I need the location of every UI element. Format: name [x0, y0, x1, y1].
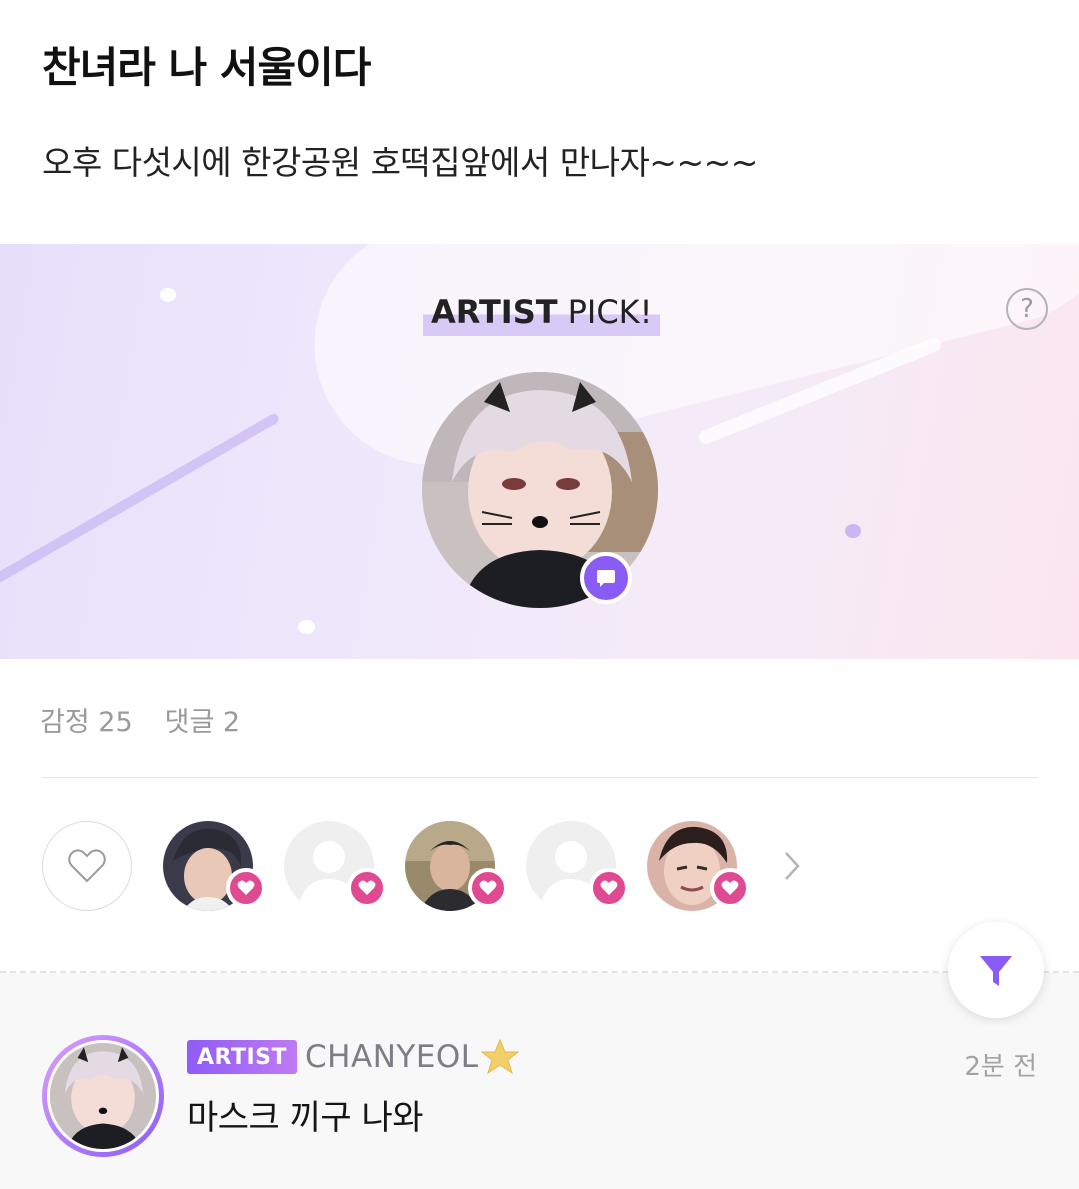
artist-pick-banner: ARTIST PICK! ?	[0, 244, 1079, 659]
reactions-row	[42, 821, 802, 911]
reactor-avatar[interactable]	[647, 821, 750, 911]
banner-decoration	[160, 288, 176, 302]
heart-icon	[710, 868, 750, 908]
banner-decoration	[298, 620, 315, 634]
heart-icon	[468, 868, 508, 908]
artist-pick-label-strong: ARTIST	[431, 293, 558, 331]
reactor-avatar[interactable]	[526, 821, 629, 911]
comment-header: ARTIST CHANYEOL	[187, 1038, 519, 1076]
artist-pick-label-rest: PICK!	[567, 293, 653, 331]
comment-avatar-frame	[47, 1040, 159, 1152]
comment-count[interactable]: 댓글 2	[165, 700, 240, 739]
reactor-avatar[interactable]	[163, 821, 266, 911]
heart-icon	[589, 868, 629, 908]
like-button[interactable]	[42, 821, 132, 911]
post-stats: 감정 25 댓글 2	[40, 700, 240, 739]
divider	[42, 777, 1038, 778]
artist-pick-label: ARTIST PICK!	[423, 288, 661, 336]
reactor-avatar[interactable]	[405, 821, 508, 911]
filter-icon	[980, 956, 1012, 986]
chat-bubble-icon[interactable]	[580, 552, 632, 604]
banner-decoration	[288, 244, 1079, 491]
heart-glyph	[721, 880, 739, 895]
artist-photo	[50, 1043, 156, 1149]
comment-text: 마스크 끼구 나와	[187, 1098, 424, 1138]
comment-time: 2분 전	[964, 1052, 1037, 1082]
emotion-count[interactable]: 감정 25	[40, 700, 133, 739]
question-circle-icon[interactable]: ?	[1006, 288, 1048, 330]
heart-glyph	[358, 880, 376, 895]
reactor-avatar[interactable]	[284, 821, 387, 911]
banner-decoration	[0, 412, 281, 586]
post-body: 오후 다섯시에 한강공원 호떡집앞에서 만나자~~~~	[42, 143, 758, 182]
artist-badge: ARTIST	[187, 1040, 298, 1074]
heart-icon	[226, 868, 266, 908]
heart-outline-icon	[68, 849, 106, 883]
heart-glyph	[600, 880, 618, 895]
comment-author[interactable]: CHANYEOL	[305, 1039, 479, 1075]
star-icon	[480, 1038, 519, 1075]
banner-decoration	[845, 524, 861, 538]
comment-avatar[interactable]	[42, 1035, 164, 1157]
chat-bubble-glyph	[597, 570, 615, 587]
help-symbol: ?	[1020, 294, 1034, 324]
heart-glyph	[237, 880, 255, 895]
chevron-right-icon[interactable]	[776, 849, 806, 883]
filter-button[interactable]	[948, 922, 1044, 1018]
heart-glyph	[479, 880, 497, 895]
post-title: 찬녀라 나 서울이다	[42, 43, 371, 92]
heart-icon	[347, 868, 387, 908]
